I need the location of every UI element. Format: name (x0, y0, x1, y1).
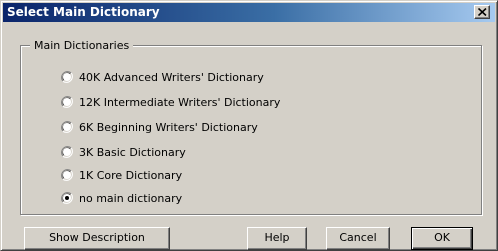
option-label: 6K Beginning Writers' Dictionary (79, 120, 258, 134)
radio-circle-icon (61, 121, 73, 133)
option-1k-core[interactable]: 1K Core Dictionary (61, 168, 182, 182)
close-button[interactable] (474, 5, 490, 19)
radio-circle-icon (61, 192, 73, 204)
radio-button[interactable] (61, 169, 73, 181)
cancel-button[interactable]: Cancel (326, 227, 390, 250)
option-label: 40K Advanced Writers' Dictionary (79, 70, 264, 84)
title-bar[interactable]: Select Main Dictionary (3, 3, 495, 22)
option-label: 1K Core Dictionary (79, 168, 183, 182)
radio-button[interactable] (61, 146, 73, 158)
ok-button[interactable]: OK (411, 227, 473, 250)
radio-button[interactable] (61, 121, 73, 133)
help-button[interactable]: Help (247, 227, 307, 250)
group-label: Main Dictionaries (30, 39, 134, 52)
close-icon (478, 8, 487, 16)
radio-button[interactable] (61, 96, 73, 108)
option-label: 12K Intermediate Writers' Dictionary (79, 95, 281, 109)
option-label: no main dictionary (79, 191, 183, 205)
radio-button[interactable] (61, 192, 73, 204)
show-description-button[interactable]: Show Description (24, 227, 170, 250)
select-main-dictionary-dialog: Select Main Dictionary Main Dictionaries… (0, 0, 498, 251)
option-12k-intermediate[interactable]: 12K Intermediate Writers' Dictionary (61, 95, 280, 109)
option-label: 3K Basic Dictionary (79, 145, 186, 159)
radio-selected-dot (65, 196, 69, 200)
option-3k-basic[interactable]: 3K Basic Dictionary (61, 145, 186, 159)
radio-button[interactable] (61, 71, 73, 83)
option-no-main-dictionary[interactable]: no main dictionary (61, 191, 182, 205)
radio-circle-icon (61, 71, 73, 83)
radio-circle-icon (61, 146, 73, 158)
radio-circle-icon (61, 96, 73, 108)
dialog-title: Select Main Dictionary (7, 5, 160, 19)
option-40k-advanced[interactable]: 40K Advanced Writers' Dictionary (61, 70, 264, 84)
radio-circle-icon (61, 169, 73, 181)
option-6k-beginning[interactable]: 6K Beginning Writers' Dictionary (61, 120, 258, 134)
